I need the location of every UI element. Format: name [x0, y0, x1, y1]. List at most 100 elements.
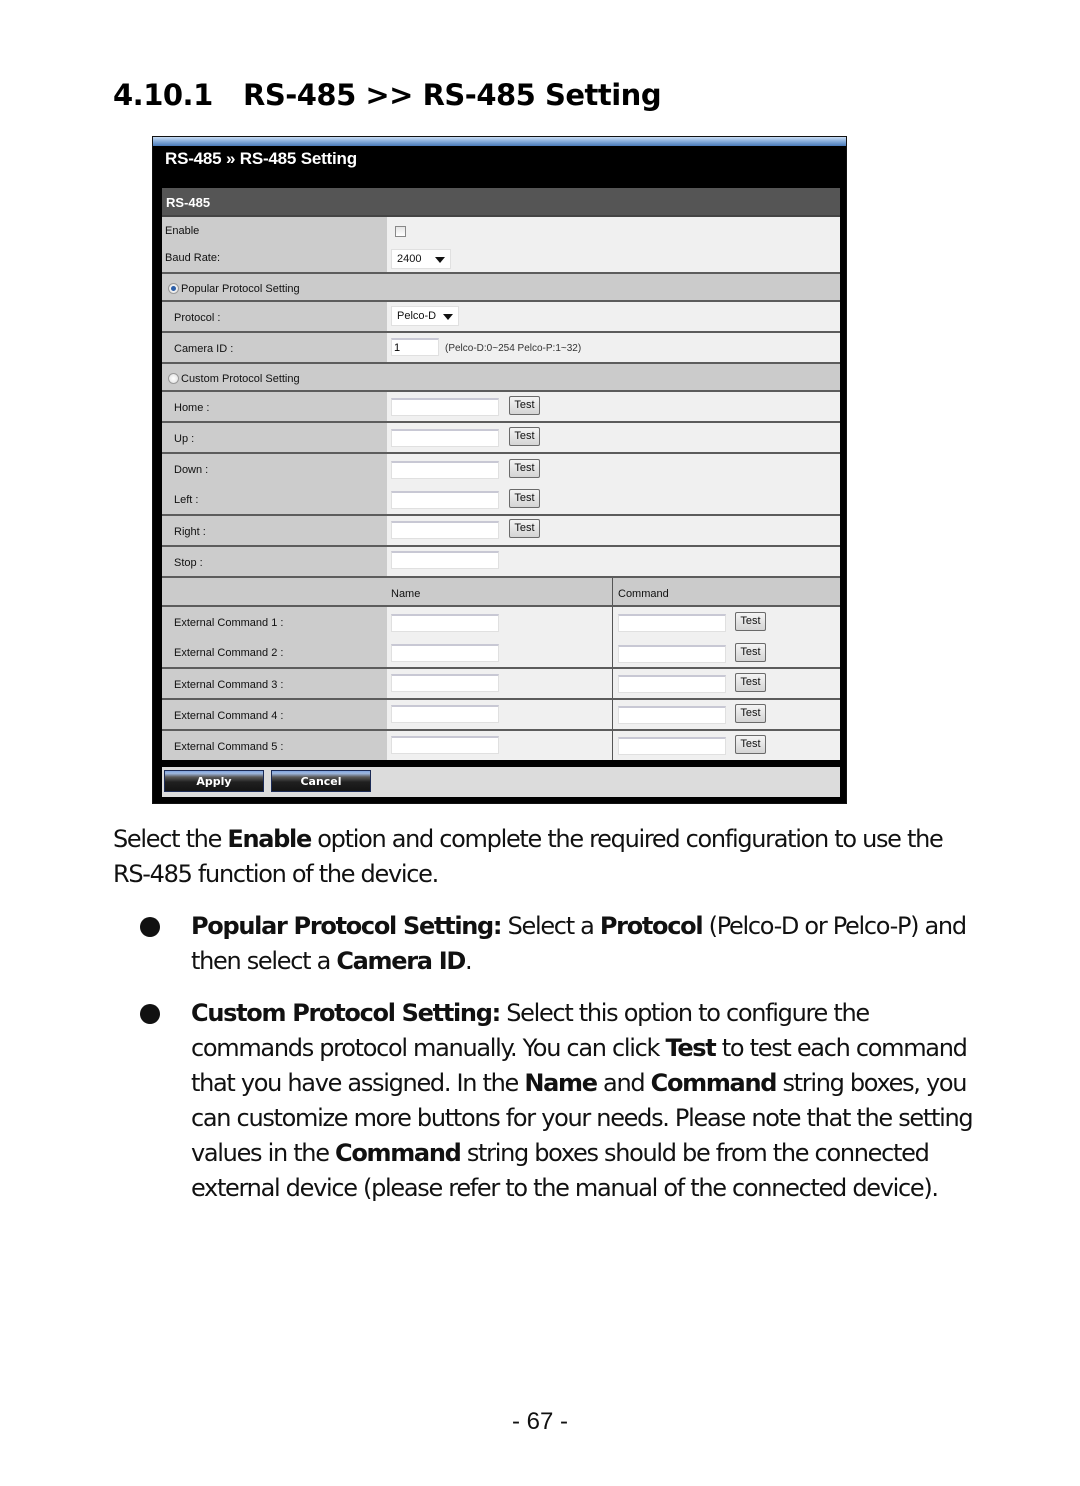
right-test-button[interactable]: Test [509, 519, 540, 538]
home-label: Home : [162, 392, 387, 421]
home-test-button[interactable]: Test [509, 396, 540, 415]
bold-term: Command [650, 1069, 778, 1097]
stop-command-input[interactable] [391, 551, 499, 569]
protocol-select[interactable]: Pelco-D [391, 306, 459, 326]
external-command-1-command-input[interactable] [618, 614, 726, 632]
bullet-custom-protocol: Custom Protocol Setting: Select this opt… [191, 996, 991, 1206]
external-command-4-command-input[interactable] [618, 706, 726, 724]
external-command-5-label: External Command 5 : [162, 731, 387, 760]
section-title: RS-485 >> RS-485 Setting [243, 78, 662, 112]
external-command-row-4: External Command 4 : Test [162, 700, 840, 731]
chevron-down-icon [435, 257, 445, 263]
stop-label: Stop : [162, 547, 387, 576]
enable-baud-row: Enable Baud Rate: 2400 [162, 217, 840, 274]
down-command-input[interactable] [391, 461, 499, 479]
window-top-bar [153, 137, 846, 146]
external-command-2-name-input[interactable] [391, 644, 499, 662]
external-command-1-name-input[interactable] [391, 614, 499, 632]
text: . [464, 947, 473, 975]
cancel-button[interactable]: Cancel [271, 770, 371, 792]
command-row-right: Right : Test [162, 516, 840, 547]
command-row-stop: Stop : [162, 547, 840, 578]
external-command-2-test-button[interactable]: Test [735, 643, 766, 662]
enable-label: Enable [165, 225, 200, 237]
baud-rate-label: Baud Rate: [165, 252, 221, 264]
external-command-3-label: External Command 3 : [162, 669, 387, 698]
right-command-input[interactable] [391, 521, 499, 539]
enable-checkbox[interactable] [395, 226, 406, 237]
section-heading: 4.10.1 RS-485 >> RS-485 Setting [113, 78, 662, 112]
external-command-3-command-input[interactable] [618, 675, 726, 693]
external-command-5-name-input[interactable] [391, 736, 499, 754]
chevron-down-icon [443, 314, 453, 320]
home-command-input[interactable] [391, 398, 499, 416]
external-command-4-label: External Command 4 : [162, 700, 387, 729]
protocol-row: Protocol : Pelco-D [162, 302, 840, 333]
external-command-4-test-button[interactable]: Test [735, 704, 766, 723]
up-test-button[interactable]: Test [509, 427, 540, 446]
external-command-row-3: External Command 3 : Test [162, 669, 840, 700]
bullet-icon [140, 917, 160, 937]
left-command-input[interactable] [391, 491, 499, 509]
bullet-popular-protocol: Popular Protocol Setting: Select a Proto… [191, 909, 991, 979]
external-command-row-5: External Command 5 : Test [162, 731, 840, 760]
camera-id-label: Camera ID : [162, 333, 387, 362]
bold-term: Enable [227, 825, 312, 853]
external-command-3-test-button[interactable]: Test [735, 673, 766, 692]
text: and [596, 1069, 651, 1097]
baud-rate-select[interactable]: 2400 [391, 249, 451, 269]
name-column-header: Name [387, 578, 613, 605]
bold-term: Name [524, 1069, 598, 1097]
page-title: RS-485 » RS-485 Setting [165, 149, 357, 168]
bullet-icon [140, 1004, 160, 1024]
camera-id-hint: (Pelco-D:0~254 Pelco-P:1~32) [445, 343, 582, 354]
external-command-row-1-2: External Command 1 : External Command 2 … [162, 607, 840, 669]
popular-protocol-option[interactable]: Popular Protocol Setting [162, 274, 840, 302]
popular-protocol-radio[interactable] [168, 283, 179, 294]
bold-term: Popular Protocol Setting: [191, 912, 503, 940]
external-command-5-command-input[interactable] [618, 737, 726, 755]
camera-id-row: Camera ID : (Pelco-D:0~254 Pelco-P:1~32) [162, 333, 840, 364]
protocol-value: Pelco-D [397, 310, 437, 322]
bold-term: Camera ID [336, 947, 466, 975]
custom-protocol-label: Custom Protocol Setting [181, 373, 300, 385]
camera-id-input[interactable] [391, 338, 439, 356]
form-footer: Apply Cancel [162, 767, 840, 797]
down-test-button[interactable]: Test [509, 459, 540, 478]
external-command-2-label: External Command 2 : [174, 647, 284, 659]
panel-header: RS-485 [162, 188, 840, 217]
protocol-label: Protocol : [162, 302, 387, 331]
up-command-input[interactable] [391, 429, 499, 447]
external-command-4-name-input[interactable] [391, 705, 499, 723]
popular-protocol-label: Popular Protocol Setting [181, 283, 300, 295]
bold-term: Test [665, 1034, 716, 1062]
right-label: Right : [162, 516, 387, 545]
command-row-down-left: Down : Left : Test Test [162, 454, 840, 516]
bold-term: Protocol [599, 912, 704, 940]
left-test-button[interactable]: Test [509, 489, 540, 508]
intro-paragraph: Select the Enable option and complete th… [113, 822, 973, 892]
command-row-home: Home : Test [162, 392, 840, 423]
down-label: Down : [174, 464, 209, 476]
external-command-1-label: External Command 1 : [174, 617, 284, 629]
baud-rate-value: 2400 [397, 253, 422, 265]
custom-protocol-option[interactable]: Custom Protocol Setting [162, 364, 840, 392]
text: Select a [501, 912, 600, 940]
custom-protocol-radio[interactable] [168, 373, 179, 384]
command-column-header: Command [618, 588, 669, 600]
up-label: Up : [162, 423, 387, 452]
external-command-1-test-button[interactable]: Test [735, 612, 766, 631]
text: Select the [113, 825, 228, 853]
external-commands-header: Name Command [162, 578, 840, 607]
section-number: 4.10.1 [113, 78, 213, 112]
external-command-2-command-input[interactable] [618, 645, 726, 663]
external-command-3-name-input[interactable] [391, 674, 499, 692]
bold-term: Custom Protocol Setting: [191, 999, 501, 1027]
rs485-panel: RS-485 Enable Baud Rate: 2400 Popular Pr… [162, 188, 840, 797]
bold-term: Command [335, 1139, 462, 1167]
apply-button[interactable]: Apply [164, 770, 264, 792]
external-command-5-test-button[interactable]: Test [735, 735, 766, 754]
command-row-up: Up : Test [162, 423, 840, 454]
left-label: Left : [174, 494, 199, 506]
rs485-settings-screenshot: RS-485 » RS-485 Setting RS-485 Enable Ba… [152, 136, 847, 804]
